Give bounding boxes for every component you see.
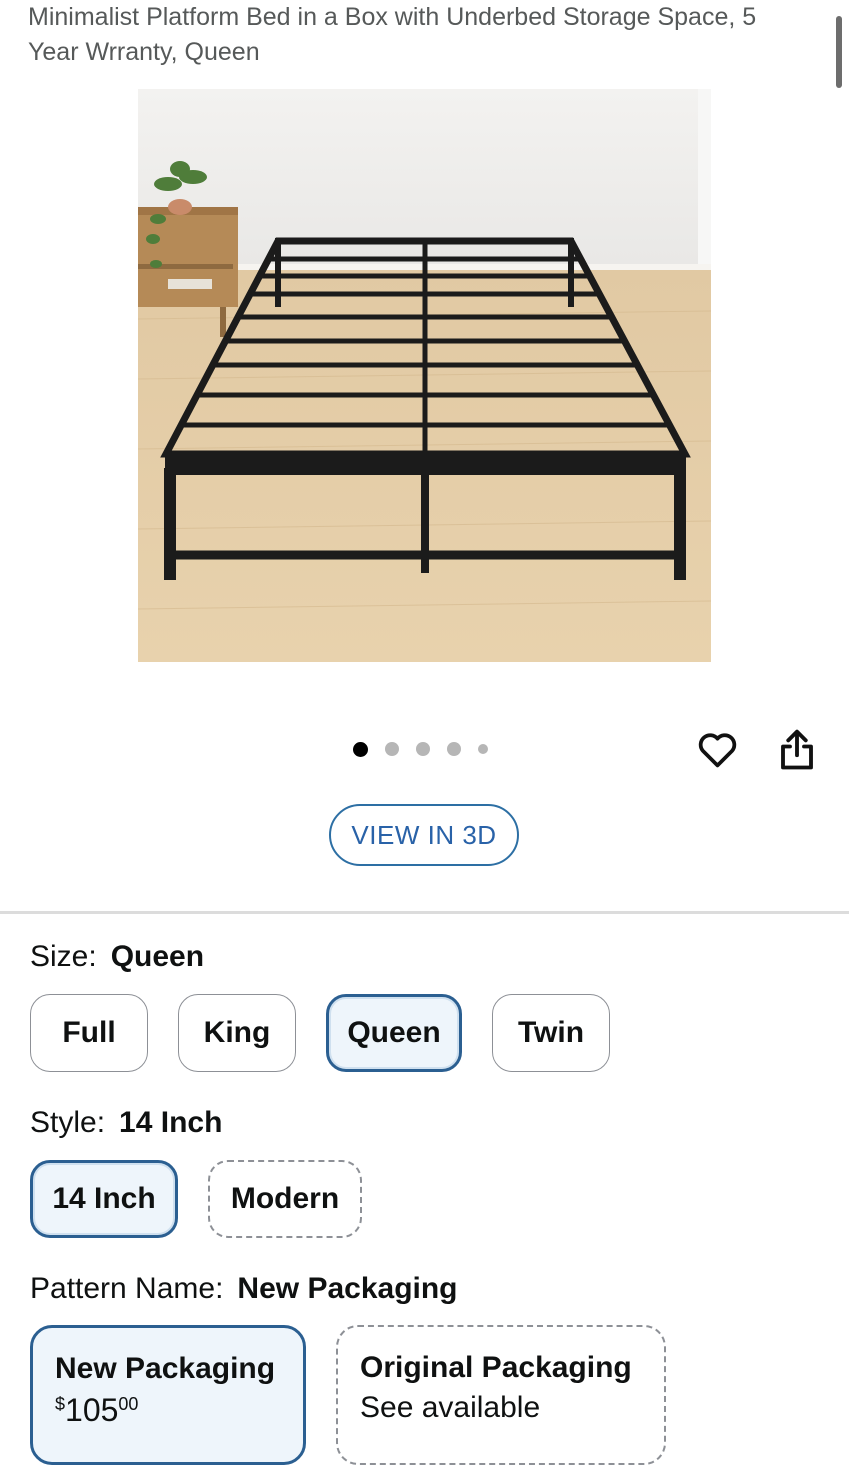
style-selected-value: 14 Inch	[119, 1106, 223, 1139]
size-selected-value: Queen	[110, 940, 205, 973]
image-carousel-dots[interactable]	[353, 740, 488, 758]
pattern-option-new-packaging[interactable]: New Packaging $105 00	[30, 1325, 306, 1465]
carousel-dot-3[interactable]	[416, 742, 430, 756]
view-in-3d-button[interactable]: VIEW IN 3D	[329, 804, 519, 866]
pattern-option-availability: See available	[360, 1391, 541, 1424]
carousel-dot-5[interactable]	[478, 744, 488, 754]
price-symbol: $	[55, 1394, 66, 1414]
scrollbar[interactable]	[836, 16, 842, 88]
price-whole: 105	[65, 1392, 119, 1428]
pattern-option-price: $105 00	[55, 1392, 303, 1429]
size-label-row: Size: Queen	[30, 940, 204, 974]
pattern-option-name: New Packaging	[55, 1352, 276, 1385]
pattern-option-original-packaging[interactable]: Original Packaging See available	[336, 1325, 666, 1465]
style-label: Style:	[30, 1106, 106, 1139]
section-divider	[0, 911, 849, 914]
size-option-full[interactable]: Full	[30, 994, 148, 1072]
style-option-14-inch[interactable]: 14 Inch	[30, 1160, 178, 1238]
size-option-queen[interactable]: Queen	[326, 994, 462, 1072]
pattern-label-row: Pattern Name: New Packaging	[30, 1272, 458, 1306]
product-image[interactable]	[138, 89, 711, 662]
pattern-option-name: Original Packaging	[360, 1351, 632, 1384]
size-label: Size:	[30, 940, 97, 973]
carousel-dot-1[interactable]	[353, 741, 368, 757]
share-icon[interactable]	[776, 727, 818, 773]
style-option-modern[interactable]: Modern	[208, 1160, 362, 1238]
price-fraction: 00	[118, 1394, 139, 1414]
size-option-twin[interactable]: Twin	[492, 994, 610, 1072]
product-title: Minimalist Platform Bed in a Box with Un…	[28, 3, 757, 66]
carousel-dot-2[interactable]	[385, 742, 399, 756]
carousel-dot-4[interactable]	[447, 742, 461, 756]
size-option-king[interactable]: King	[178, 994, 296, 1072]
heart-icon[interactable]	[695, 727, 740, 772]
style-label-row: Style: 14 Inch	[30, 1106, 222, 1140]
pattern-label: Pattern Name:	[30, 1272, 224, 1305]
pattern-selected-value: New Packaging	[237, 1272, 458, 1305]
